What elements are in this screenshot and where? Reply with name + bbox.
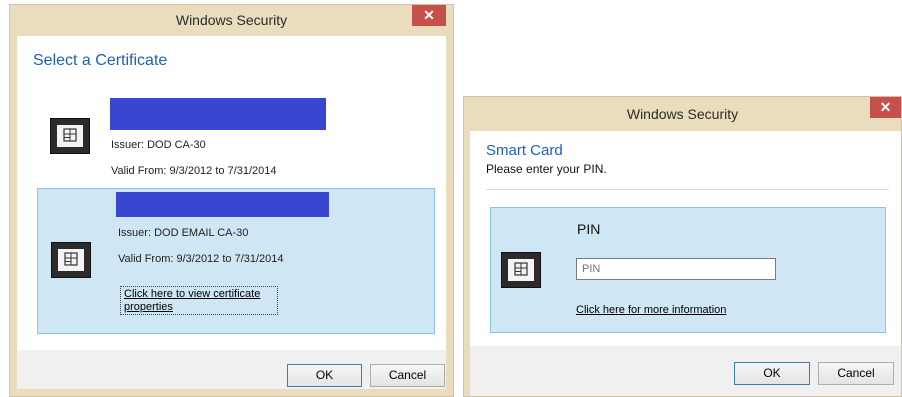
close-icon: ✕: [423, 7, 435, 23]
pin-entry-panel: PIN Click here for more information: [490, 207, 886, 333]
certificate-issuer: Issuer: DOD EMAIL CA-30: [118, 227, 249, 239]
separator: [486, 189, 889, 190]
smart-card-icon: [501, 252, 541, 288]
certificate-validity: Valid From: 9/3/2012 to 7/31/2014: [118, 253, 284, 265]
certificate-item[interactable]: Issuer: DOD CA-30 Valid From: 9/3/2012 t…: [37, 91, 435, 181]
cancel-button[interactable]: Cancel: [370, 364, 445, 387]
pin-input[interactable]: [576, 258, 776, 280]
certificate-dialog-body: Select a Certificate Issuer: DOD CA-30 V…: [17, 36, 446, 350]
window-frame-bottom: [10, 389, 453, 396]
close-icon: ✕: [879, 99, 892, 115]
pin-dialog-titlebar[interactable]: Windows Security: [464, 97, 901, 131]
pin-label: PIN: [577, 221, 601, 237]
dialog-heading: Select a Certificate: [33, 52, 168, 69]
certificate-dialog-title: Windows Security: [175, 12, 288, 28]
pin-dialog: Windows Security ✕ Smart Card Please ent…: [463, 96, 902, 397]
dialog-subheading: Please enter your PIN.: [486, 162, 607, 176]
certificate-dialog-titlebar[interactable]: Windows Security: [10, 5, 453, 36]
ok-button[interactable]: OK: [287, 364, 362, 387]
close-button[interactable]: ✕: [870, 97, 901, 118]
pin-dialog-title: Windows Security: [626, 106, 739, 122]
dialog-heading: Smart Card: [486, 142, 563, 159]
certificate-dialog: Windows Security ✕ Select a Certificate …: [9, 4, 454, 397]
smart-card-icon: [50, 118, 90, 154]
certificate-item-selected[interactable]: Issuer: DOD EMAIL CA-30 Valid From: 9/3/…: [37, 188, 435, 334]
pin-dialog-body: Smart Card Please enter your PIN. PIN Cl…: [470, 131, 901, 346]
certificate-validity: Valid From: 9/3/2012 to 7/31/2014: [111, 165, 277, 177]
smart-card-icon: [51, 242, 91, 278]
link-line-1[interactable]: Click here to view certificate: [124, 288, 260, 300]
view-certificate-properties-link[interactable]: Click here to view certificate propertie…: [120, 286, 278, 315]
redacted-certificate-name: [110, 98, 326, 130]
ok-button[interactable]: OK: [734, 362, 810, 385]
close-button[interactable]: ✕: [412, 5, 446, 26]
cancel-button[interactable]: Cancel: [818, 362, 894, 385]
window-frame-left: [10, 36, 17, 396]
more-information-link[interactable]: Click here for more information: [576, 304, 726, 316]
link-line-2[interactable]: properties: [124, 301, 173, 313]
certificate-issuer: Issuer: DOD CA-30: [111, 139, 206, 151]
redacted-certificate-name: [116, 192, 329, 217]
window-frame-right: [446, 36, 453, 396]
